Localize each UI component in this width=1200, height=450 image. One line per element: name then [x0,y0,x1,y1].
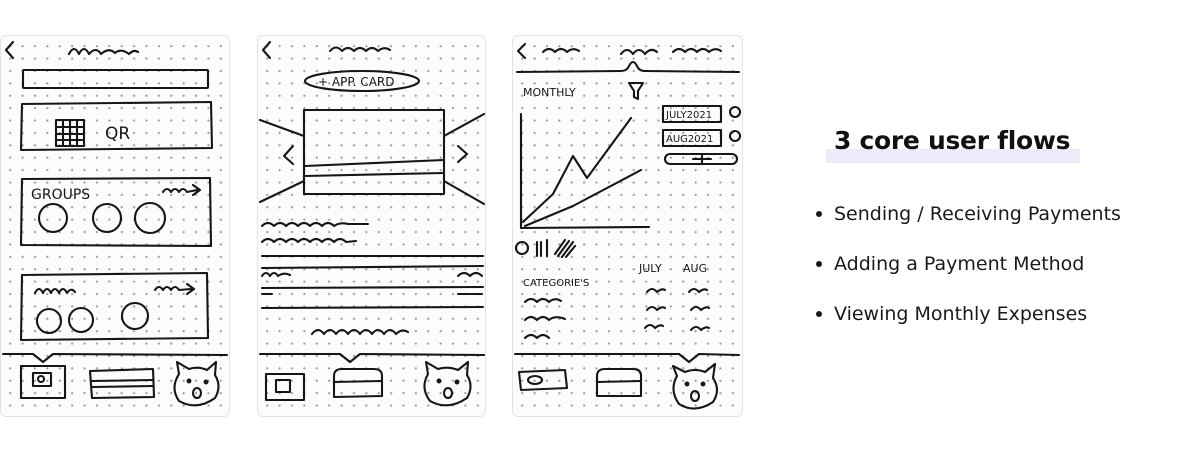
card-stripe-1 [303,158,446,168]
list-item: Adding a Payment Method [816,248,1121,298]
card-nav-icon [332,367,384,399]
piggy-bank-nav-icon [173,360,220,407]
filter-icon [627,81,645,101]
see-all-squiggle [161,183,202,197]
carousel-right-wing [442,112,485,206]
flow-label: Viewing Monthly Expenses [834,303,1088,325]
back-chevron-icon [4,40,15,60]
form-line-4 [456,271,484,278]
legend-row-sketch [514,238,577,259]
tab-indicator [515,60,741,74]
sketch-monthly-drawing: MONTHLY JULY2021 AUG2021 CATEGORIE'S JUL… [513,42,742,410]
nav-divider [1,352,229,364]
submit-squiggle [310,328,410,336]
column-aug-label: AUG [683,262,707,275]
sketch-monthly-expenses-screen: MONTHLY JULY2021 AUG2021 CATEGORIE'S JUL… [512,35,743,417]
card-nav-icon [88,367,156,400]
list-item: Sending / Receiving Payments [816,198,1121,248]
nav-divider [258,352,485,364]
bullet-icon [816,261,822,267]
form-divider-2 [260,264,485,270]
carousel-card-sketch [302,108,446,196]
monthly-label: MONTHLY [523,86,576,99]
header-squiggle-right [671,47,723,54]
carousel-left-wing [258,118,306,204]
flow-label: Adding a Payment Method [834,253,1085,275]
groups-label: GROUPS [31,187,90,203]
qr-grid-icon [54,118,86,148]
chevron-left-icon [282,144,295,166]
back-chevron-icon [261,40,272,60]
chevron-right-icon [456,144,469,164]
piggy-bank-nav-icon [671,362,719,410]
form-divider-4 [260,305,485,310]
form-divider-3 [260,285,485,290]
categories-label: CATEGORIE'S [523,278,589,289]
nav-divider [513,352,741,364]
group-avatar-2 [91,202,123,234]
sketch-home-screen: QR GROUPS [0,35,230,417]
sketch-add-card-screen: + APP. CARD [257,35,486,417]
wallet-nav-icon [264,372,306,402]
column-july-label: JULY [638,262,662,275]
bullet-icon [816,311,822,317]
piggy-bank-nav-icon [423,360,472,407]
contacts-box-sketch [19,271,210,342]
line-chart-sketch [519,112,651,230]
flow-label: Sending / Receiving Payments [834,203,1121,225]
page-title: 3 core user flows [834,126,1071,155]
contacts-title-squiggle [33,287,77,295]
contact-avatar-1 [35,307,63,335]
user-flow-list: Sending / Receiving Payments Adding a Pa… [816,198,1121,348]
header-squiggle-left [541,47,581,54]
sketch-add-card-drawing: + APP. CARD [258,40,485,407]
add-month-plus [691,152,713,166]
july-option-icon [728,105,742,119]
add-card-label: + APP. CARD [318,75,394,89]
card-nav-icon [595,367,643,398]
group-avatar-3 [133,201,167,235]
form-line-3 [260,271,292,278]
contact-avatar-2 [67,306,95,334]
title-squiggle [328,46,392,53]
aug-option-icon [728,129,742,143]
search-bar-sketch [21,68,210,90]
back-chevron-icon [516,42,527,60]
header-squiggle-mid [619,48,659,56]
qr-label: QR [105,124,130,144]
form-line-1 [260,221,370,228]
title-squiggle [67,47,140,56]
contacts-see-all-squiggle [153,282,196,296]
list-item: Viewing Monthly Expenses [816,298,1121,348]
bullet-icon [816,211,822,217]
month-tag-aug-label: AUG2021 [666,134,713,145]
form-line-2 [260,237,358,244]
month-tag-july-label: JULY2021 [665,110,712,121]
group-avatar-1 [37,202,69,234]
category-rows-sketch [523,287,711,340]
wallet-nav-icon [19,364,67,400]
card-stripe-2 [303,171,446,178]
wallet-nav-icon [517,368,569,392]
sketch-home-drawing: QR GROUPS [1,40,229,407]
contact-avatar-3 [120,301,150,331]
